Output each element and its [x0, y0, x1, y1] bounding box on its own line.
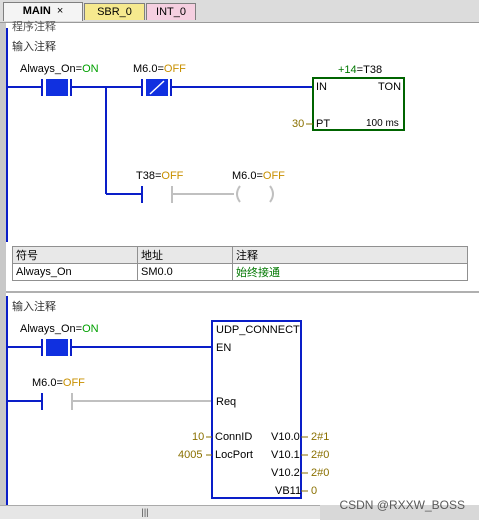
timer-header: +14=T38 — [338, 64, 383, 76]
cut-comment: 程序注释 — [12, 21, 56, 33]
contact2-label: M6.0=OFF — [133, 63, 186, 75]
network1-comment[interactable]: 输入注释 — [12, 38, 56, 54]
n2-contact1-state: ON — [82, 323, 99, 335]
contact-always-on-2[interactable] — [46, 339, 68, 356]
network2-comment[interactable]: 输入注释 — [12, 298, 56, 314]
out-value-v10-1: 2#0 — [311, 449, 330, 461]
contact1-name: Always_On — [20, 63, 76, 75]
contact2-state: OFF — [163, 63, 186, 75]
timer-name: T38 — [363, 64, 383, 76]
timer-pt-pin: PT — [316, 118, 331, 130]
contact-always-on-1[interactable] — [46, 79, 68, 96]
locport-pin: LocPort — [215, 449, 253, 461]
out-pin-v10-0: V10.0 — [271, 431, 300, 443]
locport-value: 4005 — [178, 449, 203, 461]
connid-pin: ConnID — [215, 431, 253, 443]
coil-name: M6.0 — [232, 170, 257, 182]
n2-contact1-name: Always_On — [20, 323, 76, 335]
timer-pt-value: 30 — [292, 118, 305, 130]
coil-label: M6.0=OFF — [232, 170, 285, 182]
header-comment: 注释 — [232, 246, 468, 264]
n2-contact2-state: OFF — [62, 377, 85, 389]
contact3-state: OFF — [161, 170, 184, 182]
header-symbol: 符号 — [12, 246, 138, 264]
out-value-vb11: 0 — [311, 485, 318, 497]
table-row: Always_On SM0.0 始终接通 — [12, 263, 468, 281]
contact3-label: T38=OFF — [136, 170, 184, 182]
symbol-table: 符号 地址 注释 Always_On SM0.0 始终接通 — [12, 246, 468, 281]
n2-contact1-label: Always_On=ON — [20, 323, 99, 335]
symbol-table-header: 符号 地址 注释 — [12, 246, 468, 264]
connid-value: 10 — [192, 431, 205, 443]
n2-contact2-label: M6.0=OFF — [32, 377, 85, 389]
horizontal-scrollbar[interactable]: ||| — [0, 505, 320, 519]
coil-state: OFF — [262, 170, 285, 182]
watermark: CSDN @RXXW_BOSS — [339, 498, 465, 512]
row-symbol: Always_On — [12, 263, 138, 281]
timer-base: 100 ms — [366, 118, 399, 129]
row-address: SM0.0 — [137, 263, 233, 281]
udp-en-pin: EN — [216, 342, 232, 354]
contact2-name: M6.0 — [133, 63, 158, 75]
udp-req-pin: Req — [216, 396, 237, 408]
out-value-v10-2: 2#0 — [311, 467, 330, 479]
contact3-name: T38 — [136, 170, 155, 182]
out-pin-vb11: VB11 — [275, 485, 302, 497]
network-divider — [6, 291, 479, 293]
scrollbar-thumb[interactable]: ||| — [125, 507, 165, 517]
contact1-state: ON — [82, 63, 99, 75]
timer-current-value: +14 — [338, 64, 357, 76]
out-value-v10-0: 2#1 — [311, 431, 330, 443]
coil-m6-0 — [236, 185, 241, 203]
row-comment: 始终接通 — [232, 263, 468, 281]
contact1-label: Always_On=ON — [20, 63, 99, 75]
out-pin-v10-1: V10.1 — [271, 449, 300, 461]
n2-contact2-name: M6.0 — [32, 377, 57, 389]
header-address: 地址 — [137, 246, 233, 264]
udp-box-title: UDP_CONNECT — [216, 324, 300, 336]
out-pin-v10-2: V10.2 — [271, 467, 300, 479]
timer-in-pin: IN — [316, 81, 327, 93]
timer-type: TON — [378, 81, 402, 93]
